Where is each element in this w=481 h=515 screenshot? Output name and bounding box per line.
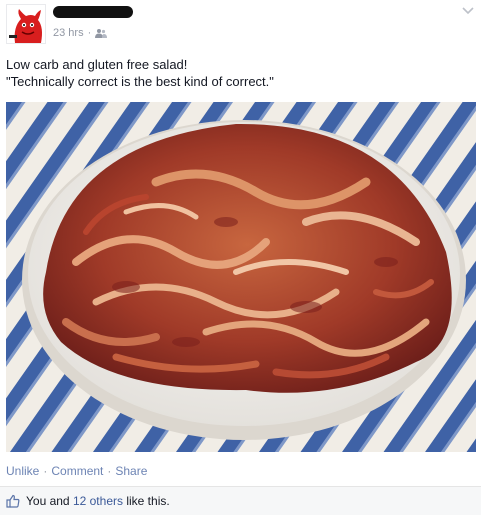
post-meta: 23 hrs · bbox=[53, 27, 108, 39]
actions-separator: · bbox=[107, 464, 112, 478]
likes-bar: You and 12 others like this. bbox=[0, 486, 481, 515]
post-actions: Unlike · Comment · Share bbox=[6, 464, 147, 478]
red-devil-avatar-icon bbox=[7, 5, 45, 43]
post-photo[interactable] bbox=[6, 102, 476, 452]
author-name-redacted[interactable] bbox=[53, 6, 133, 18]
post-text-line-2: "Technically correct is the best kind of… bbox=[6, 74, 274, 89]
bacon-bowl-photo bbox=[6, 102, 476, 452]
post-card: 23 hrs · Low carb and gluten free salad!… bbox=[0, 0, 481, 515]
friends-icon[interactable] bbox=[95, 28, 108, 38]
chevron-down-icon[interactable] bbox=[461, 5, 475, 15]
timestamp[interactable]: 23 hrs bbox=[53, 27, 84, 39]
likes-you-and: You and bbox=[26, 494, 70, 508]
post-text: Low carb and gluten free salad! "Technic… bbox=[6, 56, 476, 90]
thumbs-up-icon bbox=[6, 494, 20, 508]
meta-separator: · bbox=[87, 27, 92, 39]
actions-separator: · bbox=[43, 464, 48, 478]
likes-others-link[interactable]: 12 others bbox=[73, 494, 123, 508]
likes-text: You and 12 others like this. bbox=[26, 494, 170, 508]
likes-like-this: like this. bbox=[126, 494, 170, 508]
unlike-link[interactable]: Unlike bbox=[6, 464, 39, 478]
share-link[interactable]: Share bbox=[115, 464, 147, 478]
avatar[interactable] bbox=[6, 4, 46, 44]
post-text-line-1: Low carb and gluten free salad! bbox=[6, 57, 188, 72]
comment-link[interactable]: Comment bbox=[51, 464, 103, 478]
